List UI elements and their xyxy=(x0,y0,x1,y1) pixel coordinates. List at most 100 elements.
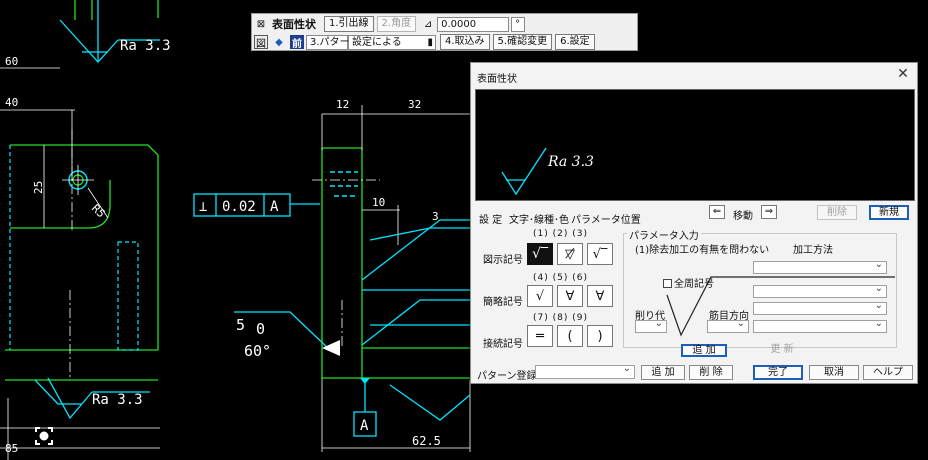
left-part-hidden-lines xyxy=(9,145,139,351)
toolbar-title: 表面性状 xyxy=(272,18,316,31)
symbol-1-button[interactable]: √‾ xyxy=(527,243,553,265)
dialog-title: 表面性状 xyxy=(477,74,517,85)
dim-0: 0 xyxy=(256,320,265,338)
pattern-select-value: 設定による xyxy=(352,36,402,48)
dim-85: 85 xyxy=(5,442,18,455)
gdt-symbol: ⊥ xyxy=(199,199,207,215)
sqrt-removal-icon: ▽̸ xyxy=(565,246,575,262)
confirm-change-button[interactable]: 5.確認変更 xyxy=(492,34,553,50)
param-dropdown-2[interactable] xyxy=(753,300,887,315)
preview-ra-text: Ra 3.3 xyxy=(547,154,594,170)
symbol-5-button[interactable]: ∀ xyxy=(557,285,583,307)
check-removal-icon: ∀ xyxy=(565,288,575,304)
row-label-connection: 接続記号 xyxy=(483,339,523,350)
cancel-button[interactable]: 取消 xyxy=(809,365,859,380)
dim-62-5: 62.5 xyxy=(412,434,441,448)
symbol-preview: Ra 3.3 xyxy=(475,89,915,201)
import-button[interactable]: 4.取込み xyxy=(440,34,490,50)
symbol-3-button[interactable]: √‾ xyxy=(587,243,613,265)
pattern-register-label: パターン登録 xyxy=(477,371,537,382)
dim-5: 5 xyxy=(236,316,245,334)
preview-symbol-graphic: Ra 3.3 xyxy=(501,147,594,196)
method-label: 加工方法 xyxy=(793,245,833,256)
all-around-checkbox[interactable] xyxy=(663,279,672,288)
leader-button[interactable]: 1.引出線 xyxy=(324,16,374,32)
move-label: 移動 xyxy=(733,211,753,222)
symbol-9-button[interactable]: ) xyxy=(587,325,613,347)
pattern-add-button[interactable]: 追 加 xyxy=(641,365,685,380)
angle-button[interactable]: 2.角度 xyxy=(376,16,417,32)
all-around-option[interactable]: 全周記号 xyxy=(663,275,714,290)
degree-field[interactable]: ° xyxy=(511,16,526,32)
sqrt-any-icon: √‾ xyxy=(532,246,548,262)
sqrt-no-removal-icon: √‾ xyxy=(592,246,608,262)
toolbar-row-1: ⊠ 表面性状 1.引出線 2.角度 ⊿ 0.0000 ° xyxy=(252,15,526,33)
weld-arrow xyxy=(322,340,340,356)
move-right-arrow-icon[interactable]: ⇒ xyxy=(761,205,777,219)
dim-10: 10 xyxy=(372,196,385,209)
dim-60-degree: 60° xyxy=(244,342,271,360)
dim-32: 32 xyxy=(408,98,421,111)
param-dropdown-1[interactable] xyxy=(753,283,887,298)
dim-r5: R5 xyxy=(89,202,108,221)
view-icon[interactable]: 図 xyxy=(254,35,268,50)
symbol-8-button[interactable]: ( xyxy=(557,325,583,347)
right-paren-icon: ) xyxy=(597,328,603,344)
symbol-2-button[interactable]: ▽̸ xyxy=(557,243,583,265)
symbol-numbers-row-3: (7) (8) (9) xyxy=(533,313,588,323)
chevron-down-icon: ▮ xyxy=(427,36,433,48)
row-label-simplified: 簡略記号 xyxy=(483,297,523,308)
toolbar-row-2: 図 ◆ 前 3.パターン 設定による ▮ 4.取込み 5.確認変更 6.設定 xyxy=(252,33,598,51)
lay-direction-dropdown[interactable] xyxy=(707,318,749,333)
symbol-4-button[interactable]: √ xyxy=(527,285,553,307)
dim-12: 12 xyxy=(336,98,349,111)
param-note: (1)除去加工の有無を問わない xyxy=(635,245,770,256)
check-simple-icon: √ xyxy=(535,288,545,304)
right-dimension-lines xyxy=(321,105,471,452)
done-button[interactable]: 完了 xyxy=(753,365,803,380)
allowance-dropdown[interactable] xyxy=(635,318,667,333)
symbol-7-button[interactable]: ═ xyxy=(527,325,553,347)
new-button[interactable]: 新規 xyxy=(869,205,909,220)
front-toggle[interactable]: 前 xyxy=(290,35,304,50)
swap-arrows-icon[interactable]: ◆ xyxy=(272,35,286,49)
all-around-label: 全周記号 xyxy=(674,279,714,290)
left-part-outline xyxy=(5,0,159,381)
symbol-6-button[interactable]: ∀ xyxy=(587,285,613,307)
parameter-group-title: パラメータ入力 xyxy=(627,227,701,242)
datum-box-label: A xyxy=(360,418,369,434)
left-paren-icon: ( xyxy=(567,328,573,344)
pattern-select[interactable]: 設定による ▮ xyxy=(348,34,436,50)
angle-icon: ⊿ xyxy=(423,18,433,30)
pattern-register-dropdown[interactable] xyxy=(535,363,635,379)
symbol-numbers-row-2: (4) (5) (6) xyxy=(533,273,588,283)
dim-3: 3 xyxy=(432,210,439,223)
close-icon[interactable]: ✕ xyxy=(895,66,911,82)
delete-button[interactable]: 削除 xyxy=(817,205,857,220)
tab-text-line-color[interactable]: 文字･線種･色 xyxy=(509,211,569,226)
help-button[interactable]: ヘルプ xyxy=(863,365,913,380)
datum-triangle xyxy=(360,378,370,384)
gdt-datum: A xyxy=(270,199,279,215)
check-no-removal-icon: ∀ xyxy=(595,288,605,304)
row-label-illustration: 図示記号 xyxy=(483,255,523,266)
pattern-label: 3.パターン xyxy=(306,34,359,50)
dim-60: 60 xyxy=(5,55,18,68)
param-dropdown-3[interactable] xyxy=(753,318,887,333)
right-part-outline xyxy=(321,147,470,379)
pattern-delete-button[interactable]: 削 除 xyxy=(689,365,733,380)
right-hidden-lines xyxy=(330,171,358,197)
camera-lens-icon[interactable] xyxy=(35,427,53,445)
ra-top-label: Ra 3.3 xyxy=(120,38,171,54)
toolbar-close-icon[interactable]: ⊠ xyxy=(254,17,268,31)
dim-25: 25 xyxy=(32,181,45,194)
gdt-value: 0.02 xyxy=(222,199,256,215)
tab-settings[interactable]: 設 定 xyxy=(479,211,502,226)
move-left-arrow-icon[interactable]: ⇐ xyxy=(709,205,725,219)
angle-value-field[interactable]: 0.0000 xyxy=(437,16,510,32)
update-parameter-button[interactable]: 更 新 xyxy=(759,344,805,357)
tab-parameter-position[interactable]: パラメータ位置 xyxy=(571,211,641,226)
settings-button[interactable]: 6.設定 xyxy=(555,34,595,50)
surface-texture-toolbar: ⊠ 表面性状 1.引出線 2.角度 ⊿ 0.0000 ° 図 ◆ 前 3.パター… xyxy=(251,13,638,51)
add-parameter-button[interactable]: 追 加 xyxy=(681,344,727,357)
